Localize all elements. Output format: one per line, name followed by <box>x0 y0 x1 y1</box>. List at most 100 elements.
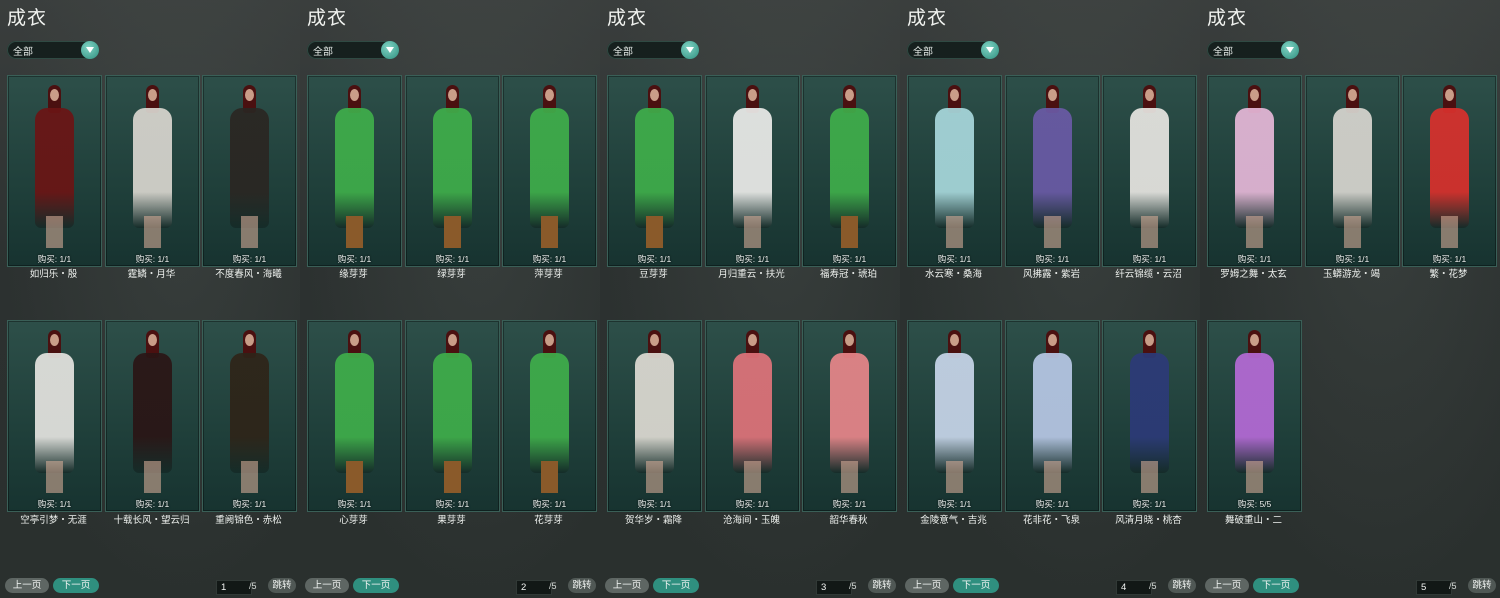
purchase-count: 购买: 1/1 <box>37 254 72 264</box>
chevron-down-icon[interactable] <box>81 41 99 59</box>
jump-button[interactable]: 跳转 <box>868 578 896 593</box>
outfit-card[interactable]: 购买: 1/1 <box>202 75 297 267</box>
page-total: /5 <box>1149 581 1157 591</box>
figure-head <box>50 89 59 101</box>
figure-legs <box>646 461 663 493</box>
figure-head <box>748 334 757 346</box>
outfit-figure-image <box>706 321 799 511</box>
page-number-input[interactable]: 5 <box>1416 580 1452 595</box>
figure-legs <box>841 216 858 248</box>
chevron-down-icon[interactable] <box>381 41 399 59</box>
outfit-card[interactable]: 购买: 1/1 <box>502 320 597 512</box>
outfit-card[interactable]: 购买: 1/1 <box>307 75 402 267</box>
outfit-card[interactable]: 购买: 1/1 <box>105 320 200 512</box>
category-filter-dropdown[interactable]: 全部 <box>1207 41 1299 59</box>
figure-legs <box>646 216 663 248</box>
prev-page-button[interactable]: 上一页 <box>305 578 349 593</box>
jump-button[interactable]: 跳转 <box>568 578 596 593</box>
outfit-figure-image <box>1103 76 1196 266</box>
purchase-count: 购买: 1/1 <box>1035 499 1070 509</box>
outfit-card[interactable]: 购买: 1/1 <box>907 75 1002 267</box>
category-filter-dropdown[interactable]: 全部 <box>607 41 699 59</box>
next-page-button[interactable]: 下一页 <box>653 578 699 593</box>
panel-title: 成衣 <box>307 8 348 29</box>
jump-button[interactable]: 跳转 <box>1168 578 1196 593</box>
figure-outfit <box>733 353 772 473</box>
figure-head <box>1348 89 1357 101</box>
purchase-count: 购买: 1/1 <box>435 499 470 509</box>
figure-head <box>1445 89 1454 101</box>
outfit-card[interactable]: 购买: 1/1 <box>307 320 402 512</box>
category-filter-dropdown[interactable]: 全部 <box>7 41 99 59</box>
figure-head <box>845 334 854 346</box>
figure-legs <box>744 216 761 248</box>
page-number-input[interactable]: 4 <box>1116 580 1152 595</box>
category-filter-dropdown[interactable]: 全部 <box>907 41 999 59</box>
next-page-button[interactable]: 下一页 <box>953 578 999 593</box>
figure-head <box>148 89 157 101</box>
outfit-card[interactable]: 购买: 1/1 <box>1005 320 1100 512</box>
purchase-count: 购买: 1/1 <box>1335 254 1370 264</box>
jump-button[interactable]: 跳转 <box>1468 578 1496 593</box>
outfit-card[interactable]: 购买: 1/1 <box>907 320 1002 512</box>
figure-head <box>650 89 659 101</box>
category-filter-dropdown[interactable]: 全部 <box>307 41 399 59</box>
outfit-card[interactable]: 购买: 1/1 <box>607 75 702 267</box>
figure-legs <box>744 461 761 493</box>
next-page-button[interactable]: 下一页 <box>353 578 399 593</box>
outfit-figure-image <box>503 321 596 511</box>
outfit-figure-image <box>1208 76 1301 266</box>
figure-legs <box>241 216 258 248</box>
outfit-card[interactable]: 购买: 1/1 <box>1005 75 1100 267</box>
outfit-name: 罗姆之舞・太玄 <box>1220 269 1287 280</box>
next-page-button[interactable]: 下一页 <box>1253 578 1299 593</box>
chevron-down-icon[interactable] <box>1281 41 1299 59</box>
outfit-card[interactable]: 购买: 1/1 <box>1305 75 1400 267</box>
jump-button[interactable]: 跳转 <box>268 578 296 593</box>
outfit-card[interactable]: 购买: 1/1 <box>502 75 597 267</box>
outfit-card[interactable]: 购买: 1/1 <box>802 320 897 512</box>
chevron-down-icon[interactable] <box>981 41 999 59</box>
outfit-card[interactable]: 购买: 1/1 <box>1207 75 1302 267</box>
outfit-card[interactable]: 购买: 1/1 <box>202 320 297 512</box>
prev-page-button[interactable]: 上一页 <box>5 578 49 593</box>
prev-page-button[interactable]: 上一页 <box>905 578 949 593</box>
filter-selected-value: 全部 <box>613 47 633 58</box>
outfit-card[interactable]: 购买: 5/5 <box>1207 320 1302 512</box>
outfit-card[interactable]: 购买: 1/1 <box>1102 320 1197 512</box>
outfit-name: 风清月晓・桃杏 <box>1115 515 1182 526</box>
chevron-down-icon[interactable] <box>681 41 699 59</box>
page-number-input[interactable]: 3 <box>816 580 852 595</box>
outfit-name: 如归乐・殷 <box>29 269 78 280</box>
purchase-count: 购买: 1/1 <box>735 499 770 509</box>
outfit-card[interactable]: 购买: 1/1 <box>405 320 500 512</box>
prev-page-button[interactable]: 上一页 <box>605 578 649 593</box>
outfit-card[interactable]: 购买: 1/1 <box>405 75 500 267</box>
outfit-name: 贺华岁・霜降 <box>624 515 682 526</box>
page-total: /5 <box>249 581 257 591</box>
next-page-button[interactable]: 下一页 <box>53 578 99 593</box>
outfit-figure-image <box>203 321 296 511</box>
page-number-input[interactable]: 2 <box>516 580 552 595</box>
outfit-card[interactable]: 购买: 1/1 <box>7 320 102 512</box>
outfit-card[interactable]: 购买: 1/1 <box>705 320 800 512</box>
outfit-card[interactable]: 购买: 1/1 <box>1402 75 1497 267</box>
panel-title: 成衣 <box>907 8 948 29</box>
outfit-card[interactable]: 购买: 1/1 <box>1102 75 1197 267</box>
page-number-input[interactable]: 1 <box>216 580 252 595</box>
outfit-card[interactable]: 购买: 1/1 <box>607 320 702 512</box>
figure-outfit <box>1130 108 1169 228</box>
outfit-card[interactable]: 购买: 1/1 <box>802 75 897 267</box>
outfit-card[interactable]: 购买: 1/1 <box>105 75 200 267</box>
figure-head <box>148 334 157 346</box>
figure-outfit <box>530 108 569 228</box>
prev-page-button[interactable]: 上一页 <box>1205 578 1249 593</box>
outfit-figure-image <box>106 76 199 266</box>
figure-head <box>1145 89 1154 101</box>
outfit-card[interactable]: 购买: 1/1 <box>7 75 102 267</box>
page-total: /5 <box>849 581 857 591</box>
purchase-count: 购买: 1/1 <box>937 499 972 509</box>
outfit-figure-image <box>8 321 101 511</box>
figure-outfit <box>1430 108 1469 228</box>
outfit-card[interactable]: 购买: 1/1 <box>705 75 800 267</box>
